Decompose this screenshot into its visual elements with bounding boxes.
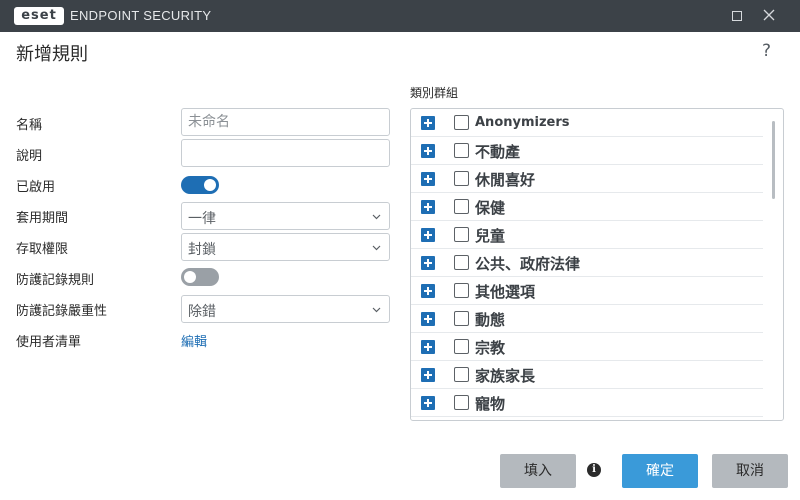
category-checkbox[interactable] xyxy=(454,283,469,298)
category-label: Anonymizers xyxy=(475,115,570,130)
category-checkbox[interactable] xyxy=(454,199,469,214)
list-item[interactable]: 其他選項 xyxy=(411,277,763,305)
log-rule-toggle[interactable] xyxy=(181,268,219,286)
category-label: 保健 xyxy=(475,199,506,217)
expand-icon[interactable] xyxy=(421,396,435,410)
info-icon[interactable]: i xyxy=(587,463,601,477)
expand-icon[interactable] xyxy=(421,368,435,382)
app-name: ENDPOINT SECURITY xyxy=(70,8,212,23)
description-input[interactable] xyxy=(181,139,390,167)
help-icon[interactable]: ? xyxy=(762,41,771,61)
category-label: 其他選項 xyxy=(475,283,536,301)
list-item[interactable]: Anonymizers xyxy=(411,109,763,137)
enabled-toggle[interactable] xyxy=(181,176,219,194)
cancel-button[interactable]: 取消 xyxy=(712,454,788,488)
period-value: 一律 xyxy=(188,211,216,227)
close-icon xyxy=(763,9,775,21)
chevron-down-icon xyxy=(372,245,381,251)
user-list-label: 使用者清單 xyxy=(16,335,82,350)
log-severity-value: 除錯 xyxy=(188,304,216,320)
list-item[interactable]: 公共、政府法律 xyxy=(411,249,763,277)
category-groups-label: 類別群組 xyxy=(410,86,459,100)
category-label: 公共、政府法律 xyxy=(475,255,581,273)
expand-icon[interactable] xyxy=(421,200,435,214)
list-item[interactable]: 宗教 xyxy=(411,333,763,361)
category-label: 家族家長 xyxy=(475,367,536,385)
list-item[interactable]: 休閒喜好 xyxy=(411,165,763,193)
expand-icon[interactable] xyxy=(421,340,435,354)
expand-icon[interactable] xyxy=(421,172,435,186)
list-item[interactable]: 不動產 xyxy=(411,137,763,165)
logo-text: eset xyxy=(21,8,57,23)
expand-icon[interactable] xyxy=(421,284,435,298)
log-severity-label: 防護記錄嚴重性 xyxy=(16,304,108,319)
chevron-down-icon xyxy=(372,214,381,220)
toggle-knob xyxy=(204,179,216,191)
name-label: 名稱 xyxy=(16,118,43,133)
category-checkbox[interactable] xyxy=(454,367,469,382)
category-label: 休閒喜好 xyxy=(475,171,536,189)
close-button[interactable] xyxy=(752,0,788,32)
category-checkbox[interactable] xyxy=(454,115,469,130)
category-list: Anonymizers 不動產 休閒喜好 保健 兒童 公共、政府法律 其他選項 … xyxy=(410,108,784,421)
category-label: 動態 xyxy=(475,311,506,329)
maximize-button[interactable] xyxy=(720,0,756,32)
category-checkbox[interactable] xyxy=(454,395,469,410)
name-input[interactable] xyxy=(181,108,390,136)
list-item[interactable]: 寵物 xyxy=(411,389,763,417)
description-label: 說明 xyxy=(16,149,43,164)
chevron-down-icon xyxy=(372,307,381,313)
scrollbar[interactable] xyxy=(772,121,775,199)
access-label: 存取權限 xyxy=(16,242,69,257)
eset-logo: eset xyxy=(14,7,64,25)
expand-icon[interactable] xyxy=(421,228,435,242)
category-label: 不動產 xyxy=(475,143,521,161)
period-select[interactable]: 一律 xyxy=(181,202,390,230)
category-label: 宗教 xyxy=(475,339,506,357)
category-checkbox[interactable] xyxy=(454,227,469,242)
log-rule-label: 防護記錄規則 xyxy=(16,273,95,288)
category-checkbox[interactable] xyxy=(454,339,469,354)
access-value: 封鎖 xyxy=(188,242,216,258)
ok-button[interactable]: 確定 xyxy=(622,454,698,488)
list-item[interactable]: 兒童 xyxy=(411,221,763,249)
maximize-icon xyxy=(732,11,742,21)
list-item[interactable]: 家族家長 xyxy=(411,361,763,389)
category-checkbox[interactable] xyxy=(454,171,469,186)
list-item[interactable]: 保健 xyxy=(411,193,763,221)
category-label: 兒童 xyxy=(475,227,506,245)
expand-icon[interactable] xyxy=(421,312,435,326)
toggle-knob xyxy=(184,271,196,283)
edit-user-list-link[interactable]: 編輯 xyxy=(181,331,207,350)
expand-icon[interactable] xyxy=(421,116,435,130)
title-bar: eset ENDPOINT SECURITY xyxy=(0,0,800,32)
import-button[interactable]: 填入 xyxy=(500,454,576,488)
category-checkbox[interactable] xyxy=(454,311,469,326)
expand-icon[interactable] xyxy=(421,144,435,158)
period-label: 套用期間 xyxy=(16,211,69,226)
category-checkbox[interactable] xyxy=(454,255,469,270)
enabled-label: 已啟用 xyxy=(16,180,56,195)
list-item[interactable]: 動態 xyxy=(411,305,763,333)
category-checkbox[interactable] xyxy=(454,143,469,158)
access-select[interactable]: 封鎖 xyxy=(181,233,390,261)
category-label: 寵物 xyxy=(475,395,506,413)
dialog-title: 新增規則 xyxy=(16,44,88,65)
log-severity-select[interactable]: 除錯 xyxy=(181,295,390,323)
expand-icon[interactable] xyxy=(421,256,435,270)
